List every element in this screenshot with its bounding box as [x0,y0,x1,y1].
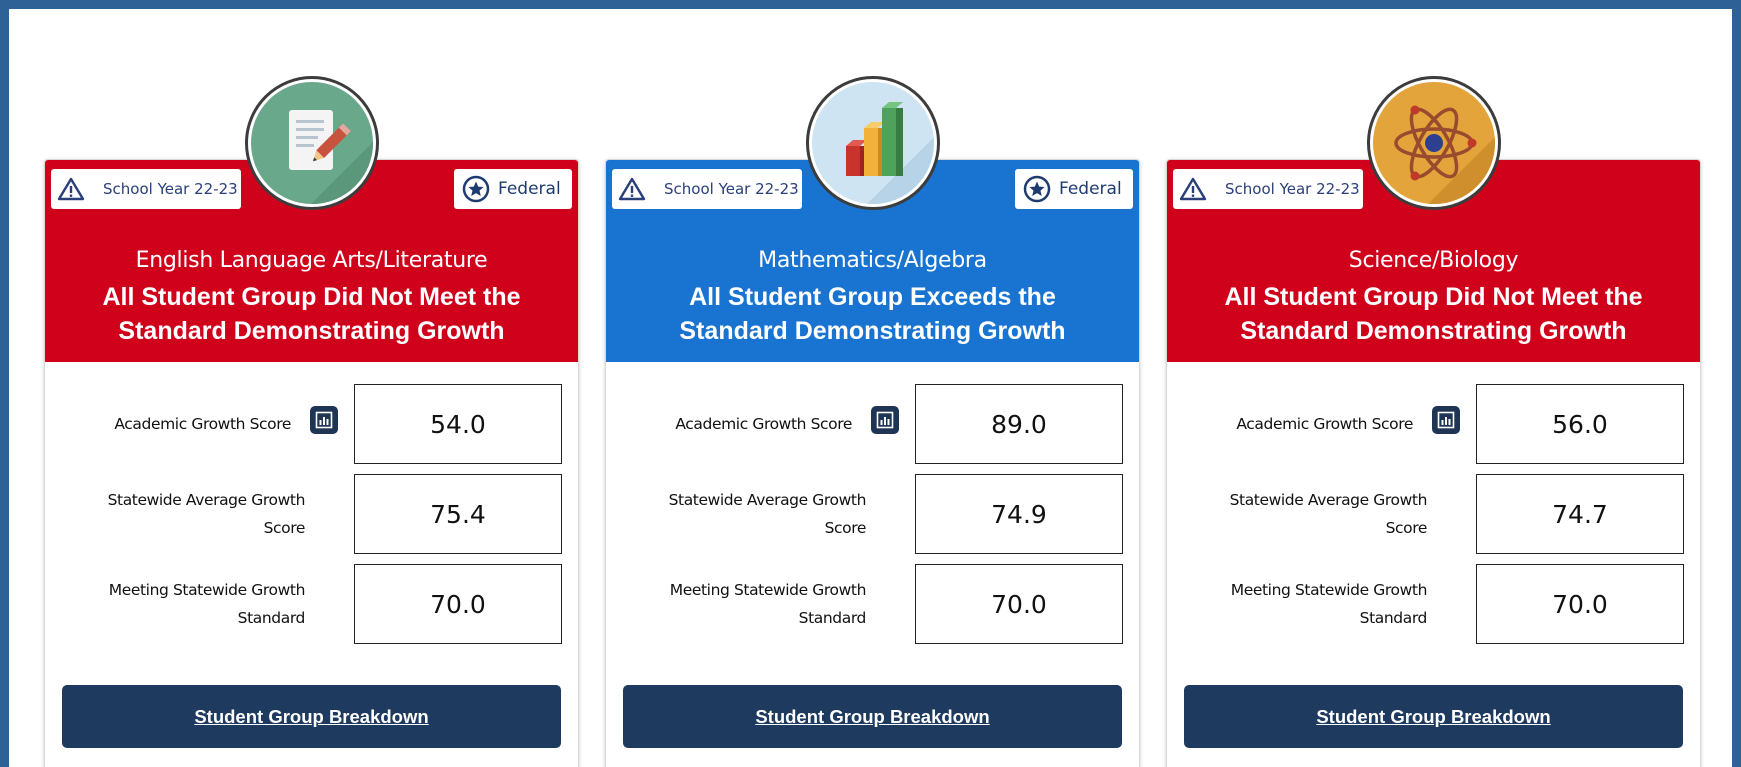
metric-value: 70.0 [915,564,1123,644]
subject-title: English Language Arts/Literature [135,248,488,273]
metric-label: Meeting Statewide Growth Standard [1230,581,1428,627]
school-year-label: School Year 22-23 [103,180,238,198]
metric-label: Statewide Average Growth Score [107,491,306,537]
metric-row: Statewide Average Growth Score 75.4 [45,474,578,554]
metric-value: 70.0 [354,564,562,644]
metric-value: 56.0 [1476,384,1684,464]
metric-row: Meeting Statewide Growth Standard 70.0 [1167,564,1700,644]
school-year-tag: School Year 22-23 [612,169,802,209]
status-text: All Student Group Did Not Meet the Stand… [102,283,521,345]
metric-row: Academic Growth Score 89.0 [606,384,1139,464]
bar-chart-icon [315,411,333,429]
metric-row: Academic Growth Score 56.0 [1167,384,1700,464]
metric-row: Statewide Average Growth Score 74.7 [1167,474,1700,554]
subject-title: Science/Biology [1348,248,1519,273]
metric-label: Meeting Statewide Growth Standard [108,581,306,627]
bar-chart-icon [1437,411,1455,429]
school-year-tag: School Year 22-23 [1173,169,1363,209]
federal-label: Federal [1059,179,1122,199]
federal-star-icon [462,175,490,203]
subject-icon-circle [1366,76,1501,210]
federal-star-icon [1023,175,1051,203]
federal-label: Federal [498,179,561,199]
chart-button[interactable] [310,406,338,434]
metric-label: Academic Growth Score [675,415,852,433]
subject-icon-circle [805,76,940,210]
subject-icon-circle [244,76,379,210]
metric-row: Meeting Statewide Growth Standard 70.0 [45,564,578,644]
warning-icon [618,177,646,201]
subject-title: Mathematics/Algebra [758,248,987,273]
warning-icon [1179,177,1207,201]
metric-label: Academic Growth Score [1236,415,1413,433]
warning-icon [57,177,85,201]
student-group-breakdown-button[interactable]: Student Group Breakdown [623,685,1122,748]
federal-tag[interactable]: Federal [1015,169,1133,209]
school-year-tag: School Year 22-23 [51,169,241,209]
document-pencil-icon [288,110,373,204]
chart-button[interactable] [1432,406,1460,434]
federal-tag[interactable]: Federal [454,169,572,209]
main-panel: School Year 22-23 Federal English Langua… [9,9,1732,767]
bar-chart-icon [876,411,894,429]
metric-label: Meeting Statewide Growth Standard [669,581,867,627]
school-year-label: School Year 22-23 [1225,180,1360,198]
metric-value: 70.0 [1476,564,1684,644]
card-ela: School Year 22-23 Federal English Langua… [44,76,579,767]
status-text: All Student Group Did Not Meet the Stand… [1224,283,1643,345]
metric-value: 89.0 [915,384,1123,464]
metric-label: Academic Growth Score [114,415,291,433]
metric-row: Academic Growth Score 54.0 [45,384,578,464]
metric-label: Statewide Average Growth Score [668,491,867,537]
metric-value: 75.4 [354,474,562,554]
card-science: School Year 22-23 Science/Biology All St… [1166,76,1701,767]
metric-row: Statewide Average Growth Score 74.9 [606,474,1139,554]
atom-icon [1393,105,1495,204]
metric-value: 54.0 [354,384,562,464]
status-text: All Student Group Exceeds the Standard D… [679,283,1066,345]
metric-value: 74.7 [1476,474,1684,554]
school-year-label: School Year 22-23 [664,180,799,198]
chart-button[interactable] [871,406,899,434]
bar-chart-icon [845,102,934,204]
metric-value: 74.9 [915,474,1123,554]
student-group-breakdown-button[interactable]: Student Group Breakdown [1184,685,1683,748]
metric-row: Meeting Statewide Growth Standard 70.0 [606,564,1139,644]
card-math: School Year 22-23 Federal Mathematics/Al… [605,76,1140,767]
metric-label: Statewide Average Growth Score [1229,491,1428,537]
student-group-breakdown-button[interactable]: Student Group Breakdown [62,685,561,748]
